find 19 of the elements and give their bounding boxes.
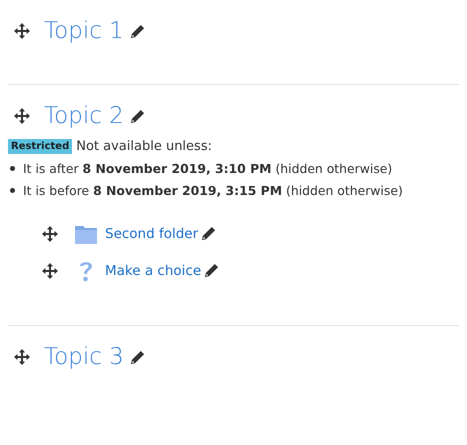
pencil-icon[interactable] xyxy=(130,108,145,124)
section-title[interactable]: Topic 1 xyxy=(44,18,124,44)
condition-text: It is after 8 November 2019, 3:10 PM (hidden otherwise) xyxy=(23,160,392,176)
pencil-icon[interactable] xyxy=(130,350,145,364)
restricted-badge: Restricted xyxy=(8,139,72,154)
section-title[interactable]: Topic 2 xyxy=(44,103,124,129)
move-icon[interactable] xyxy=(42,262,58,278)
availability-text: Not available unless: xyxy=(76,139,212,154)
section-title[interactable]: Topic 3 xyxy=(44,344,124,370)
pencil-icon[interactable] xyxy=(204,263,220,278)
move-icon[interactable] xyxy=(42,226,58,242)
move-icon[interactable] xyxy=(14,23,30,39)
move-icon[interactable] xyxy=(14,349,30,365)
condition-text: It is before 8 November 2019, 3:15 PM (hidden otherwise) xyxy=(23,182,403,198)
activity-link[interactable]: Make a choice xyxy=(105,262,202,278)
move-icon[interactable] xyxy=(14,108,30,124)
pencil-icon[interactable] xyxy=(130,24,145,38)
activity-link[interactable]: Second folder xyxy=(105,226,198,242)
pencil-icon[interactable] xyxy=(201,226,216,241)
